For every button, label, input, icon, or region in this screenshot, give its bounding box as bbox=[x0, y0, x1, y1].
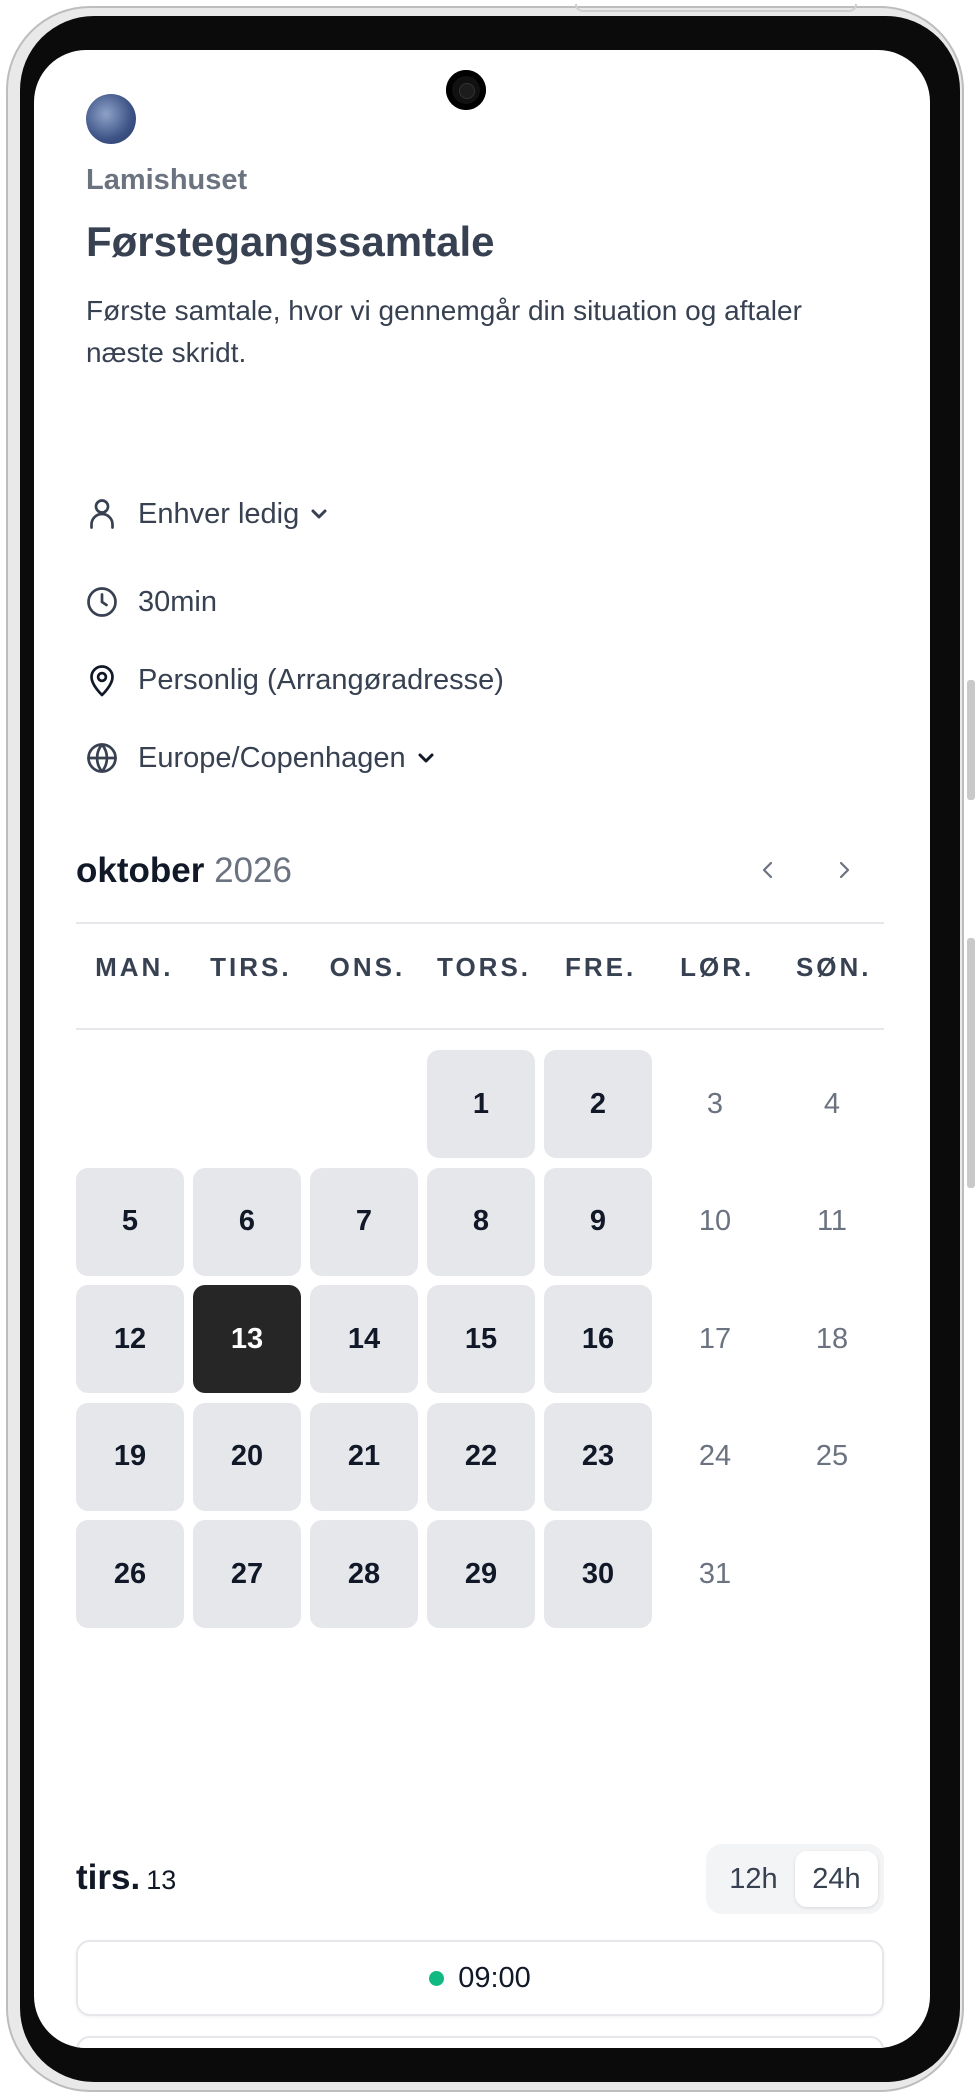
calendar-day[interactable]: 19 bbox=[76, 1402, 184, 1511]
duration-label: 30min bbox=[138, 585, 217, 618]
calendar-day: 11 bbox=[816, 1205, 848, 1237]
timezone-label: Europe/Copenhagen bbox=[138, 741, 406, 774]
weekday-label: LØR. bbox=[680, 952, 755, 982]
calendar-day: 25 bbox=[815, 1440, 849, 1472]
event-description: Første samtale, hvor vi gennemgår din si… bbox=[86, 295, 802, 368]
time-slot-button[interactable]: 09:00 bbox=[76, 1940, 884, 2016]
calendar-day[interactable]: 12 bbox=[76, 1285, 184, 1393]
calendar-day[interactable]: 1 bbox=[427, 1050, 535, 1158]
volume-button bbox=[967, 680, 975, 800]
chevron-left-icon bbox=[762, 861, 773, 879]
time-slot-button[interactable]: 09:30 bbox=[76, 2036, 884, 2048]
weekday-header: MAN. TIRS. ONS. TORS. FRE. LØR. SØN. bbox=[76, 952, 892, 983]
month-name: oktober bbox=[76, 851, 205, 890]
screen: Lamishuset Førstegangssamtale Første sam… bbox=[34, 50, 930, 2048]
selected-day-label: tirs. 13 bbox=[76, 1858, 176, 1898]
timezone-selector[interactable]: Europe/Copenhagen bbox=[84, 740, 438, 776]
calendar-day[interactable]: 20 bbox=[193, 1402, 301, 1511]
calendar-day[interactable]: 27 bbox=[193, 1520, 301, 1628]
next-month-button[interactable] bbox=[824, 850, 864, 890]
organizer-name: Lamishuset bbox=[86, 164, 248, 196]
globe-icon bbox=[87, 743, 117, 773]
availability-dot bbox=[429, 1970, 445, 1986]
calendar-day[interactable]: 22 bbox=[427, 1402, 535, 1511]
weekday-label: ONS. bbox=[329, 952, 406, 982]
top-edge-detail bbox=[575, 4, 857, 12]
calendar-day[interactable]: 30 bbox=[544, 1520, 652, 1628]
weekday-label: TIRS. bbox=[210, 952, 292, 982]
calendar-day: 17 bbox=[698, 1322, 732, 1355]
calendar-day[interactable]: 26 bbox=[76, 1520, 184, 1628]
month-header: oktober 2026 bbox=[76, 851, 292, 891]
calendar-day[interactable]: 29 bbox=[427, 1520, 535, 1628]
weekday-label: MAN. bbox=[95, 952, 174, 982]
event-title: Førstegangssamtale bbox=[86, 218, 495, 265]
calendar-day[interactable]: 7 bbox=[310, 1167, 418, 1276]
divider bbox=[76, 1028, 884, 1030]
time-slot-label: 09:00 bbox=[458, 1961, 531, 1994]
format-24h-button[interactable]: 24h bbox=[795, 1851, 878, 1907]
calendar-day: 10 bbox=[698, 1205, 732, 1237]
host-label: Enhver ledig bbox=[138, 497, 300, 530]
front-camera bbox=[446, 70, 486, 110]
calendar-day[interactable]: 15 bbox=[427, 1285, 535, 1393]
calendar-day[interactable]: 6 bbox=[193, 1167, 301, 1276]
user-icon bbox=[90, 499, 114, 529]
duration-row: 30min bbox=[84, 584, 217, 620]
month-year: 2026 bbox=[214, 851, 292, 890]
calendar-day[interactable]: 23 bbox=[544, 1402, 652, 1511]
map-pin-icon bbox=[90, 665, 114, 697]
chevron-down-icon bbox=[311, 509, 327, 519]
format-12h-button[interactable]: 12h bbox=[712, 1851, 795, 1907]
selected-day-number: 13 bbox=[146, 1865, 177, 1895]
time-format-toggle: 12h 24h bbox=[706, 1844, 884, 1914]
calendar-day: 3 bbox=[706, 1087, 724, 1120]
organizer-avatar bbox=[86, 94, 136, 144]
calendar-day: 4 bbox=[823, 1087, 841, 1120]
calendar-day[interactable]: 14 bbox=[310, 1285, 418, 1393]
selected-day-name: tirs. bbox=[76, 1858, 141, 1897]
calendar-day: 31 bbox=[698, 1557, 732, 1590]
location-row: Personlig (Arrangøradresse) bbox=[84, 662, 504, 698]
calendar-day[interactable]: 8 bbox=[427, 1167, 535, 1276]
host-selector[interactable]: Enhver ledig bbox=[84, 496, 331, 532]
divider bbox=[76, 922, 884, 924]
calendar-day: 18 bbox=[815, 1322, 849, 1355]
calendar-day[interactable]: 2 bbox=[544, 1050, 652, 1158]
calendar-day-selected[interactable]: 13 bbox=[193, 1285, 301, 1393]
weekday-label: SØN. bbox=[795, 952, 872, 982]
chevron-down-icon bbox=[418, 753, 434, 763]
location-label: Personlig (Arrangøradresse) bbox=[138, 663, 504, 696]
calendar-day[interactable]: 9 bbox=[544, 1167, 652, 1276]
prev-month-button[interactable] bbox=[748, 850, 788, 890]
calendar-day: 24 bbox=[698, 1440, 732, 1472]
chevron-right-icon bbox=[839, 861, 850, 879]
calendar-day[interactable]: 28 bbox=[310, 1520, 418, 1628]
weekday-label: TORS. bbox=[437, 952, 532, 982]
calendar-day[interactable]: 5 bbox=[76, 1167, 184, 1276]
calendar-day[interactable]: 16 bbox=[544, 1285, 652, 1393]
power-button bbox=[967, 938, 975, 1188]
weekday-label: FRE. bbox=[564, 952, 637, 982]
clock-icon bbox=[87, 587, 117, 617]
calendar-day[interactable]: 21 bbox=[310, 1402, 418, 1511]
